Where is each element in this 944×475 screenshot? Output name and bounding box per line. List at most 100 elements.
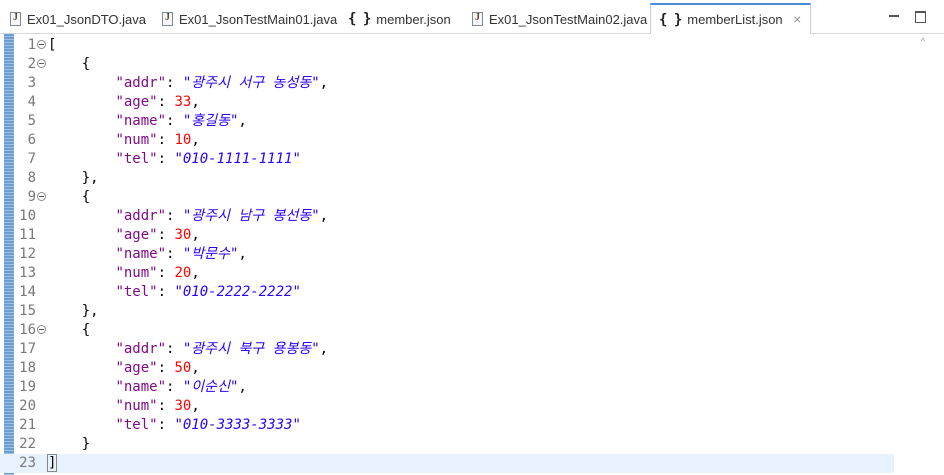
fold-toggle-icon[interactable] — [37, 59, 46, 68]
code-text: { — [48, 321, 90, 340]
code-token: , — [238, 113, 247, 129]
code-line[interactable]: 7 "tel": "010-1111-1111" — [0, 150, 894, 169]
code-line[interactable]: 12 "name": "박문수", — [0, 245, 894, 264]
code-token: , — [319, 208, 329, 224]
code-line[interactable]: 10 "addr": "광주시 남구 봉선동", — [0, 207, 894, 226]
code-line[interactable]: 18 "age": 50, — [0, 359, 894, 378]
line-number: 16 — [19, 322, 36, 338]
code-line[interactable]: 8 }, — [0, 169, 894, 188]
code-token: [ — [48, 37, 57, 53]
fold-toggle-icon[interactable] — [37, 325, 46, 334]
code-token: "addr" — [115, 208, 167, 224]
code-token: : — [157, 398, 175, 414]
code-token: "age" — [115, 227, 158, 243]
line-number: 4 — [27, 94, 36, 110]
code-line[interactable]: 11 "age": 30, — [0, 226, 894, 245]
code-token: "num" — [115, 265, 158, 281]
tab-memberlist-json[interactable]: { } memberList.json ⨯ — [650, 3, 811, 34]
line-number: 13 — [19, 265, 36, 281]
code-text: "name": "이순신", — [48, 378, 246, 397]
maximize-button[interactable] — [914, 10, 926, 23]
code-token: : — [157, 265, 175, 281]
tab-member-json[interactable]: { } member.json — [340, 4, 459, 34]
code-token: "name" — [115, 379, 167, 395]
code-line[interactable]: 16 { — [0, 321, 894, 340]
code-token: "num" — [115, 132, 158, 148]
line-number: 23 — [19, 455, 36, 471]
code-token: } — [48, 436, 91, 452]
code-token: "010-2222-2222" — [174, 284, 301, 300]
code-line[interactable]: 2 { — [0, 55, 894, 74]
code-token: : — [166, 246, 183, 262]
scroll-up-icon[interactable]: ^ — [917, 38, 929, 48]
code-line[interactable]: 3 "addr": "광주시 서구 농성동", — [0, 74, 894, 93]
code-editor[interactable]: 1[2 {3 "addr": "광주시 서구 농성동", 4 "age": 33,… — [0, 34, 944, 475]
code-line[interactable]: 5 "name": "홍길동", — [0, 112, 894, 131]
code-line[interactable]: 19 "name": "이순신", — [0, 378, 894, 397]
code-line[interactable]: 21 "tel": "010-3333-3333" — [0, 416, 894, 435]
code-text: "tel": "010-3333-3333" — [48, 416, 301, 435]
code-line[interactable]: 14 "tel": "010-2222-2222" — [0, 283, 894, 302]
code-token: "name" — [115, 113, 167, 129]
line-number: 19 — [19, 379, 36, 395]
tab-ex01-jsontestmain01[interactable]: Ex01_JsonTestMain01.java — [154, 4, 345, 34]
tab-label: Ex01_JsonTestMain02.java — [489, 11, 648, 27]
window-controls — [888, 10, 926, 23]
code-token: , — [191, 360, 200, 376]
code-token: "tel" — [115, 151, 158, 167]
code-token: , — [319, 75, 329, 91]
code-text: { — [48, 188, 90, 207]
code-token: "홍길동" — [182, 113, 239, 129]
code-text: "num": 10, — [48, 131, 199, 150]
tab-label: Ex01_JsonTestMain01.java — [179, 11, 338, 27]
code-token: : — [157, 94, 175, 110]
code-line[interactable]: 22 } — [0, 435, 894, 454]
code-line[interactable]: 1[ — [0, 36, 894, 55]
code-line[interactable]: 13 "num": 20, — [0, 264, 894, 283]
code-line[interactable]: 20 "num": 30, — [0, 397, 894, 416]
tab-ex01-jsontestmain02[interactable]: Ex01_JsonTestMain02.java — [464, 4, 655, 34]
code-token: "010-3333-3333" — [174, 417, 301, 433]
vertical-scrollbar[interactable]: ^ — [908, 34, 944, 475]
code-token: : — [166, 379, 183, 395]
code-text: "age": 50, — [48, 359, 200, 378]
close-icon[interactable]: ⨯ — [793, 13, 802, 26]
code-token: 30 — [174, 398, 192, 414]
code-token: , — [238, 246, 247, 262]
line-number: 7 — [27, 151, 36, 167]
code-token: "광주시 북구 용봉동" — [182, 341, 320, 357]
code-token: , — [191, 265, 200, 281]
line-number: 5 — [27, 113, 36, 129]
line-number: 6 — [27, 132, 36, 148]
code-line[interactable]: 15 }, — [0, 302, 894, 321]
code-text: ] — [46, 454, 58, 473]
tab-label: member.json — [376, 11, 451, 27]
code-token: : — [157, 284, 175, 300]
code-line[interactable]: 17 "addr": "광주시 북구 용봉동", — [0, 340, 894, 359]
line-number: 9 — [27, 189, 36, 205]
fold-toggle-icon[interactable] — [37, 192, 46, 201]
fold-toggle-icon[interactable] — [37, 40, 46, 49]
code-token: 33 — [174, 94, 192, 110]
code-token: }, — [48, 303, 99, 319]
code-token: "010-1111-1111" — [174, 151, 301, 167]
editor-tab-bar: Ex01_JsonDTO.java Ex01_JsonTestMain01.ja… — [0, 0, 944, 34]
code-line[interactable]: 9 { — [0, 188, 894, 207]
minimize-button[interactable] — [888, 10, 900, 22]
code-token: : — [166, 75, 183, 91]
code-token: { — [48, 56, 91, 72]
tab-ex01-jsondto[interactable]: Ex01_JsonDTO.java — [2, 4, 154, 34]
code-token: { — [48, 189, 91, 205]
code-line[interactable]: 23] — [0, 454, 894, 473]
code-text: }, — [48, 302, 99, 321]
code-line[interactable]: 4 "age": 33, — [0, 93, 894, 112]
code-line[interactable]: 6 "num": 10, — [0, 131, 894, 150]
code-token: "tel" — [115, 417, 158, 433]
